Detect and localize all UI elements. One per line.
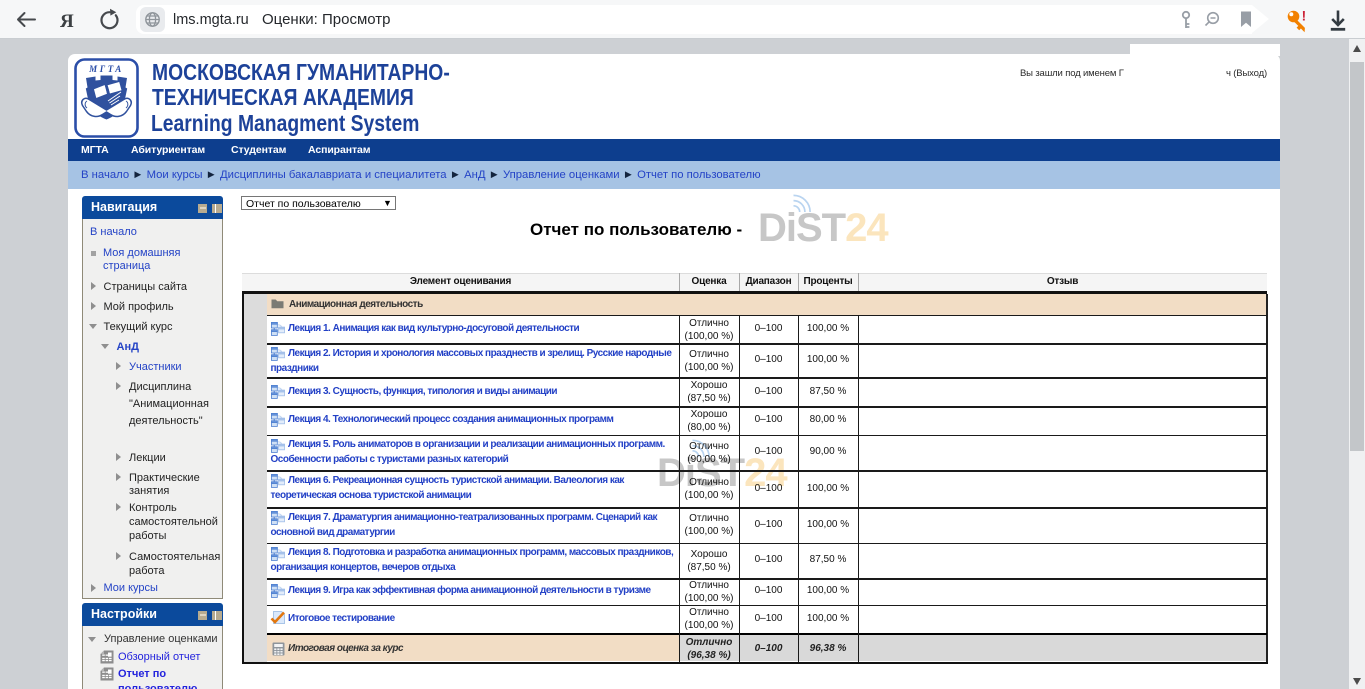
svg-text:МГТА: МГТА [88, 64, 124, 74]
svg-text:DiST24: DiST24 [758, 206, 889, 250]
svg-text:Я: Я [60, 11, 74, 32]
svg-text:!: ! [1302, 9, 1307, 23]
